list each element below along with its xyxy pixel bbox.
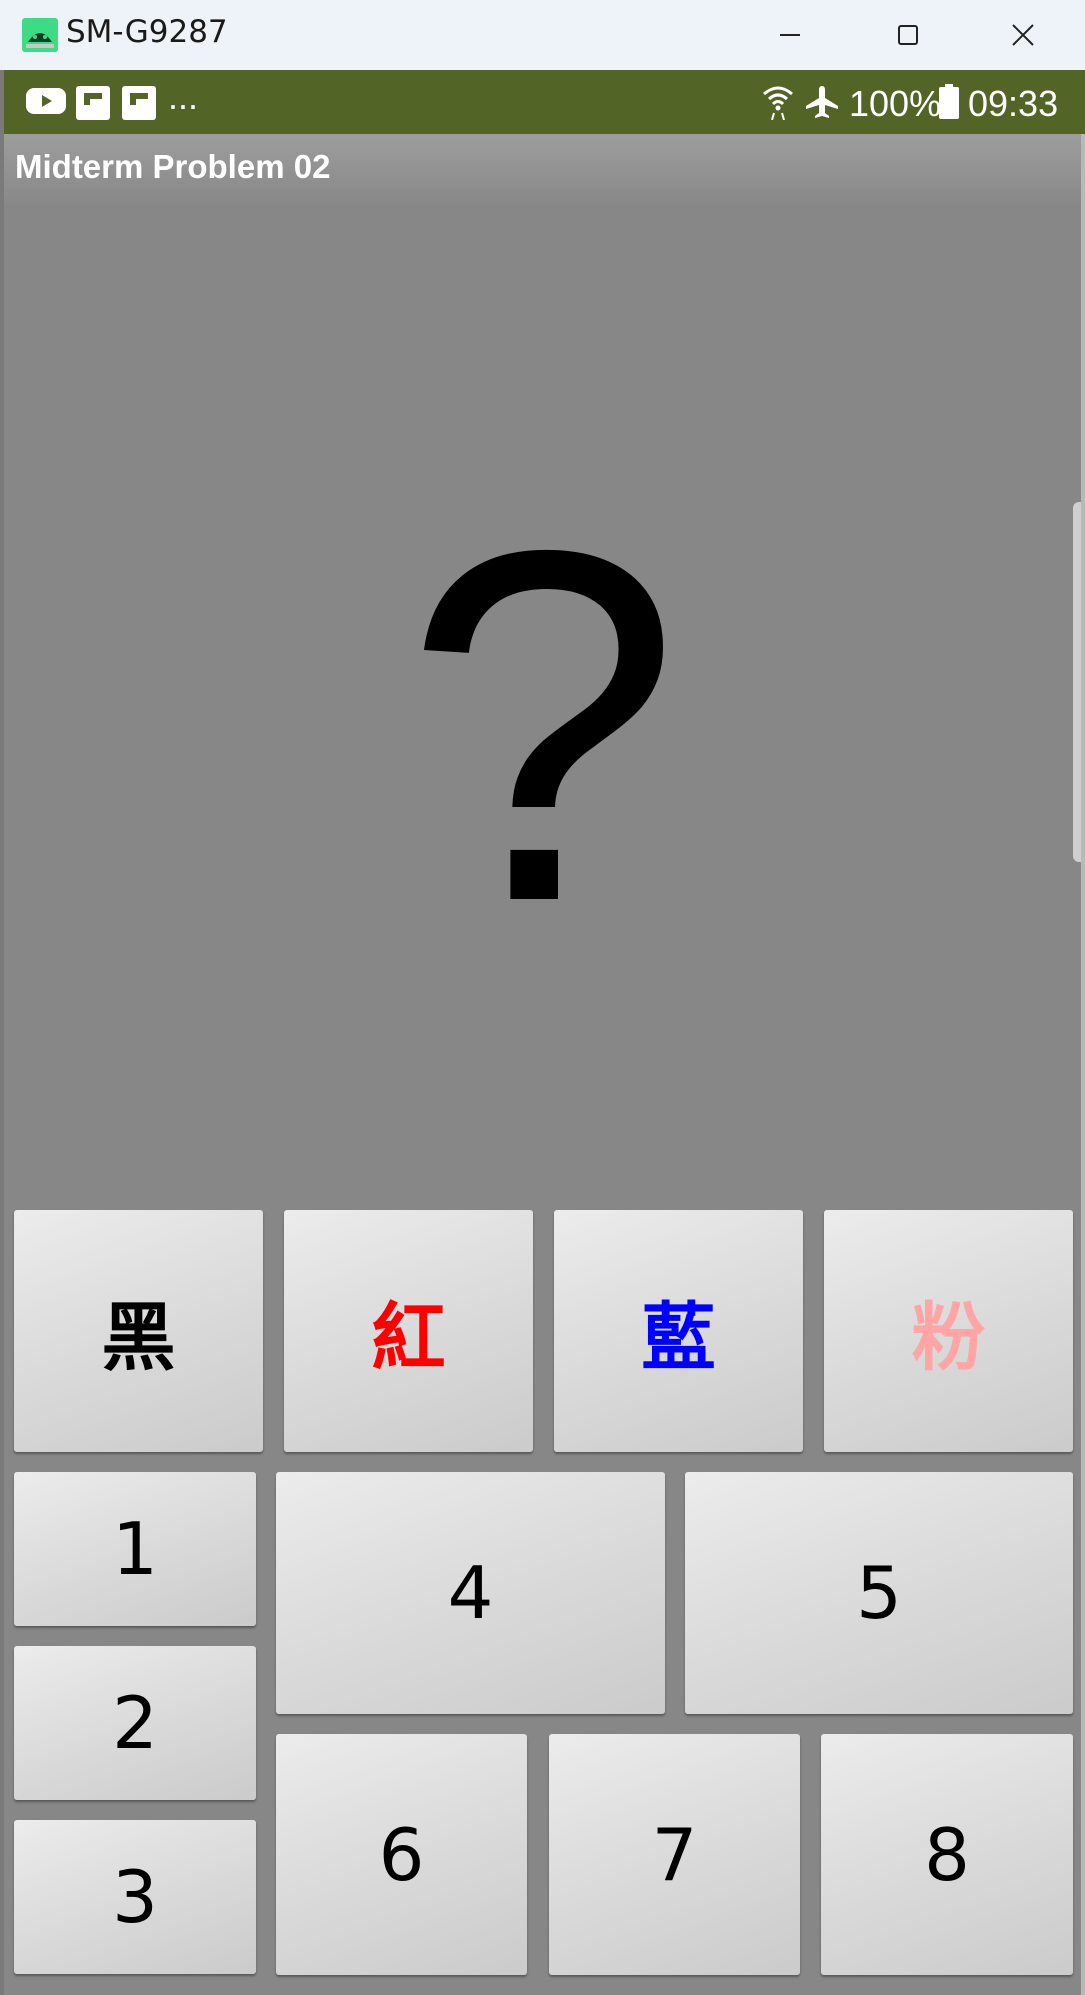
color-button-pink[interactable]: 粉 <box>824 1210 1073 1452</box>
window-titlebar: SM-G9287 <box>0 0 1085 70</box>
main-content: ? 黑 紅 藍 粉 1 2 3 4 5 6 7 8 <box>4 206 1081 1995</box>
battery-icon <box>939 84 959 119</box>
close-button[interactable] <box>968 0 1078 70</box>
number-button-5[interactable]: 5 <box>685 1472 1073 1714</box>
color-button-black[interactable]: 黑 <box>14 1210 263 1452</box>
youtube-icon <box>26 88 66 114</box>
app-bar: Midterm Problem 02 <box>4 134 1081 206</box>
window-title: SM-G9287 <box>66 14 228 50</box>
maximize-button[interactable] <box>853 0 963 70</box>
minimize-icon <box>780 34 800 36</box>
side-drag-handle[interactable] <box>1073 502 1081 862</box>
color-button-red[interactable]: 紅 <box>284 1210 533 1452</box>
wifi-icon <box>763 86 793 120</box>
number-button-8[interactable]: 8 <box>821 1734 1073 1975</box>
status-time: 09:33 <box>968 83 1059 124</box>
number-button-4[interactable]: 4 <box>276 1472 665 1714</box>
maximize-icon <box>898 25 918 45</box>
result-symbol: ? <box>403 446 682 1005</box>
status-bar: ... 100% 09:33 <box>4 70 1085 134</box>
airplane-icon <box>806 86 838 118</box>
android-app-icon <box>22 18 58 52</box>
number-button-3[interactable]: 3 <box>14 1820 256 1974</box>
number-button-1[interactable]: 1 <box>14 1472 256 1626</box>
number-button-6[interactable]: 6 <box>276 1734 527 1975</box>
number-button-2[interactable]: 2 <box>14 1646 256 1800</box>
battery-percentage: 100% <box>849 83 942 124</box>
flipboard-icon <box>76 86 110 120</box>
number-button-7[interactable]: 7 <box>549 1734 800 1975</box>
minimize-button[interactable] <box>735 0 845 70</box>
color-button-blue[interactable]: 藍 <box>554 1210 803 1452</box>
close-icon <box>1012 24 1034 46</box>
flipboard-icon <box>122 86 156 120</box>
window-border-right <box>1081 70 1085 1995</box>
app-title: Midterm Problem 02 <box>15 148 331 185</box>
more-notifications-indicator: ... <box>168 76 199 117</box>
